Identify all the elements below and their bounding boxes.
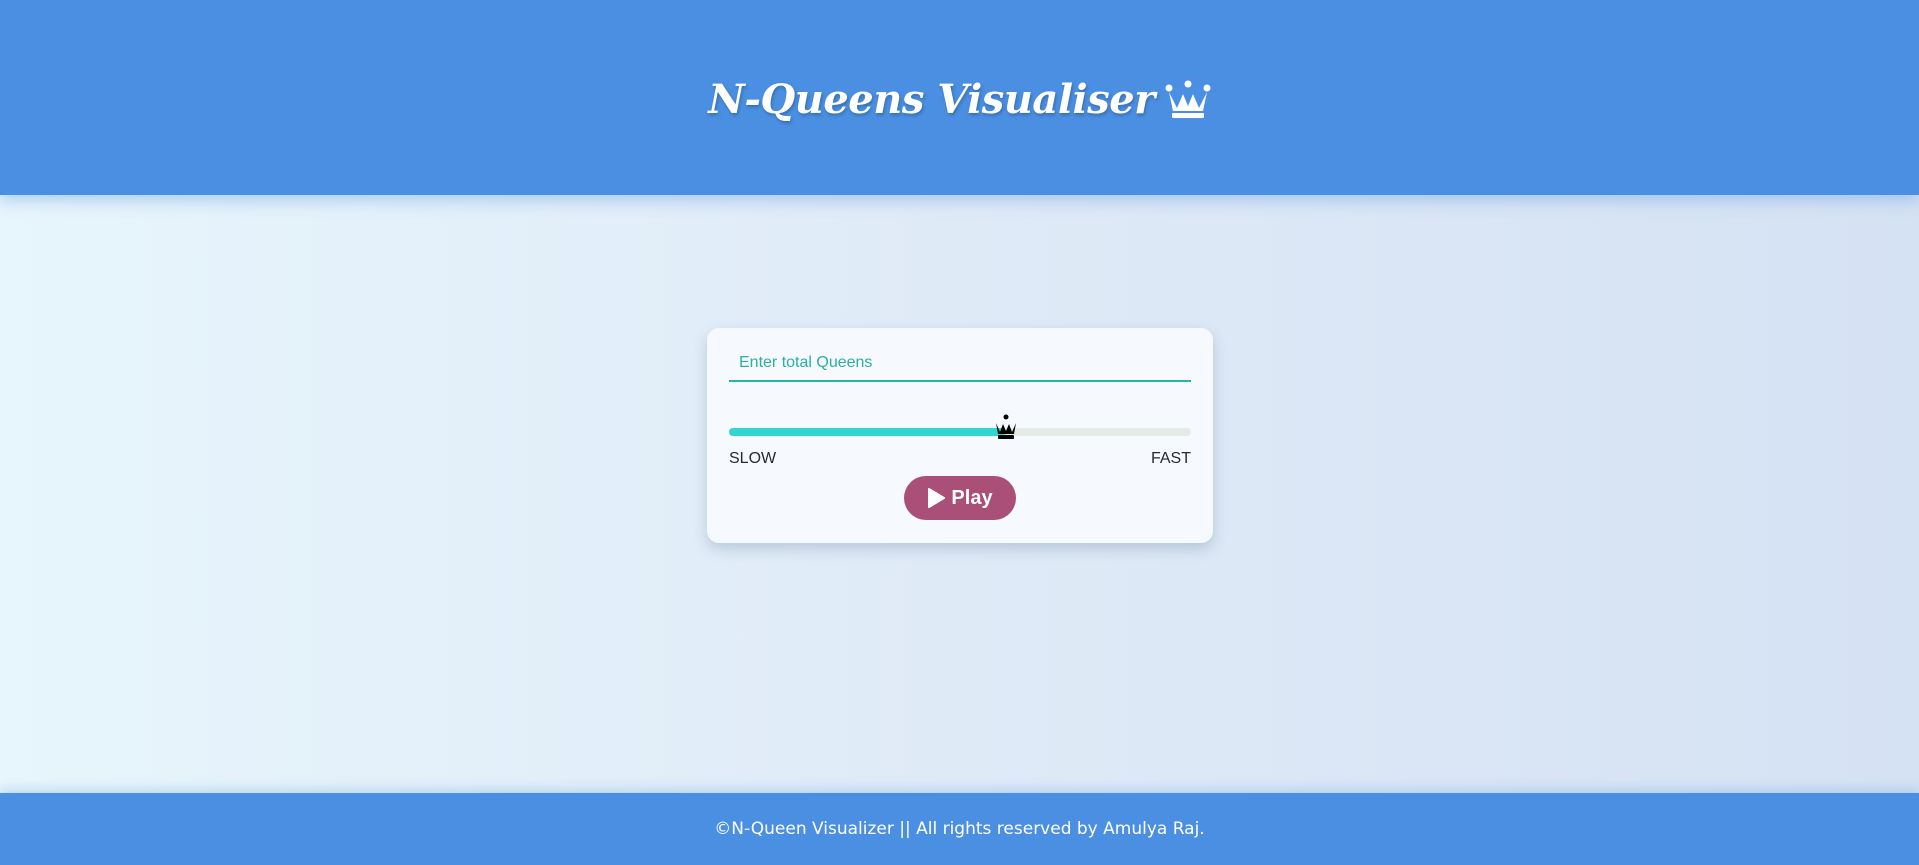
page-header: N-Queens Visualiser: [0, 0, 1919, 195]
play-icon: [927, 488, 946, 508]
footer-copyright: ©N-Queen Visualizer || All rights reserv…: [714, 819, 1205, 839]
page-footer: ©N-Queen Visualizer || All rights reserv…: [0, 793, 1919, 865]
play-button-label: Play: [951, 486, 993, 509]
control-card: SLOW FAST Play: [707, 328, 1213, 543]
queens-count-input[interactable]: [729, 346, 1191, 382]
speed-slider-fill: [729, 428, 1007, 436]
crown-icon: [1165, 80, 1211, 120]
play-button[interactable]: Play: [904, 476, 1016, 520]
chess-queen-icon[interactable]: [994, 414, 1018, 440]
fast-label: FAST: [1150, 450, 1191, 467]
slow-label: SLOW: [729, 450, 777, 467]
page-title: N-Queens Visualiser: [708, 76, 1155, 123]
speed-slider[interactable]: [729, 414, 1191, 439]
title-group: N-Queens Visualiser: [708, 76, 1211, 123]
